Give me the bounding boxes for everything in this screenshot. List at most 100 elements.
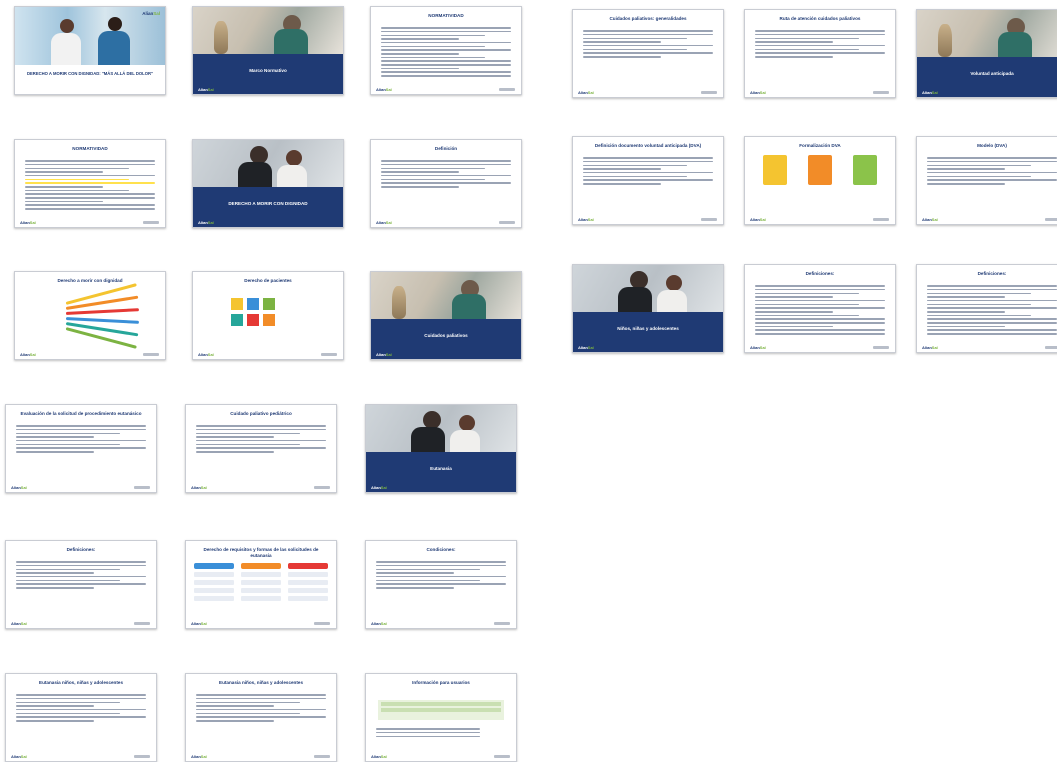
slide-thumbnail[interactable]: NORMATIVIDAD AlianSal (370, 6, 522, 95)
photo-shape (998, 32, 1032, 57)
slide-text-body (583, 28, 713, 83)
title-band: DERECHO A MORIR CON DIGNIDAD AlianSal (193, 187, 343, 227)
brand-logo-prefix: Alian (198, 220, 208, 225)
slide-thumbnail[interactable]: Definiciones: AlianSal (916, 264, 1057, 353)
slide-thumbnail[interactable]: Cuidados paliativos: generalidades AlianS… (572, 9, 724, 98)
text-line (927, 179, 1057, 181)
slide-thumbnail[interactable]: Derecho a morir con dignidad AlianSal (14, 271, 166, 360)
slide-thumbnail[interactable]: Eutanasia AlianSal (365, 404, 517, 493)
slide-thumbnail[interactable]: Evaluación de la solicitud de procedimie… (5, 404, 157, 493)
info-table (378, 700, 504, 720)
text-line (583, 168, 661, 170)
text-line (16, 583, 146, 585)
illustration-cards (763, 155, 877, 201)
slide-title: Definición documento voluntad anticipada… (594, 143, 702, 148)
text-line (381, 178, 485, 181)
brand-logo-prefix: Alian (376, 352, 386, 357)
text-line (755, 329, 885, 331)
text-line (16, 716, 146, 718)
text-line (755, 325, 833, 328)
brand-logo-suffix: Sal (20, 621, 27, 626)
slide-footer: AlianSal (186, 751, 336, 761)
slide-thumbnail[interactable]: Condiciones: AlianSal (365, 540, 517, 629)
text-line (196, 708, 326, 711)
slide-footer: AlianSal (573, 214, 723, 224)
slide-thumbnail[interactable]: Información para usuarios AlianSal (365, 673, 517, 762)
brand-logo: AlianSal (20, 220, 36, 225)
slide-thumbnail[interactable]: Definiciones: AlianSal (744, 264, 896, 353)
mosaic-tile (231, 298, 243, 310)
text-line (376, 583, 506, 585)
text-line (927, 299, 1057, 302)
slide-thumbnail[interactable]: Cuidado paliativo pediátrico AlianSal (185, 404, 337, 493)
slide-thumbnail[interactable]: Marco Normativo AlianSal (192, 6, 344, 95)
brand-logo-suffix: Sal (587, 90, 594, 95)
text-line (583, 56, 661, 58)
text-line (381, 34, 485, 37)
text-line (16, 428, 146, 431)
text-line (755, 314, 859, 317)
brand-logo: AlianSal (371, 621, 387, 626)
brand-logo-suffix: Sal (200, 485, 207, 490)
text-line (927, 175, 1031, 178)
slide-thumbnail[interactable]: Voluntad anticipada AlianSal (916, 9, 1057, 98)
brand-logo-prefix: Alian (750, 217, 760, 222)
footer-seal (134, 755, 150, 758)
brand-logo: AlianSal (371, 485, 387, 490)
footer-seal (314, 755, 330, 758)
flow-header (194, 563, 235, 569)
envelope-card (853, 155, 877, 185)
brand-logo-prefix: Alian (20, 220, 30, 225)
flow-column (194, 563, 235, 609)
cover-figure (60, 19, 74, 33)
slide-text-body (16, 423, 146, 478)
slide-thumbnail[interactable]: Modelo (DVA) AlianSal (916, 136, 1057, 225)
slide-thumbnail[interactable]: Formalización DVA AlianSal (744, 136, 896, 225)
slide-thumbnail[interactable]: Derecho de requisitos y formas de las so… (185, 540, 337, 629)
slide-text-body (927, 155, 1057, 210)
brand-logo-prefix: Alian (11, 754, 21, 759)
text-line (25, 160, 155, 162)
slide-title: Ruta de atención cuidados paliativos (779, 16, 861, 21)
brand-logo: AlianSal (191, 621, 207, 626)
flow-column (287, 563, 328, 609)
slide-thumbnail[interactable]: Niños, niñas y adolescentes AlianSal (572, 264, 724, 353)
text-line (583, 41, 661, 43)
slide-thumbnail[interactable]: Ruta de atención cuidados paliativos Alia… (744, 9, 896, 98)
footer-seal (494, 622, 510, 625)
brand-logo: AlianSal (578, 345, 594, 350)
text-line (381, 186, 459, 188)
slide-thumbnail[interactable]: Definiciones: AlianSal (5, 540, 157, 629)
slide-thumbnail[interactable]: Definición AlianSal (370, 139, 522, 228)
text-line (755, 30, 885, 32)
text-line (16, 436, 94, 438)
text-line (381, 163, 511, 166)
slide-text-body (25, 158, 155, 213)
slide-thumbnail[interactable]: Eutanasia niños, niñas y adolescentes Ali… (5, 673, 157, 762)
mosaic-tile (263, 314, 275, 326)
brand-logo-prefix: Alian (376, 87, 386, 92)
slide-thumbnail[interactable]: Cuidados paliativos AlianSal (370, 271, 522, 360)
flow-box (194, 572, 235, 577)
flow-diagram (194, 563, 328, 609)
text-line (196, 447, 326, 449)
slide-thumbnail[interactable]: NORMATIVIDAD AlianSal (14, 139, 166, 228)
text-line (927, 160, 1057, 163)
slide-thumbnail[interactable]: Definición documento voluntad anticipada… (572, 136, 724, 225)
slide-thumbnail[interactable]: AlianSal DERECHO A MORIR CON DIGNIDAD: "M… (14, 6, 166, 95)
title-band: Voluntad anticipada AlianSal (917, 57, 1057, 97)
photo-shape (666, 275, 682, 291)
brand-logo-suffix: Sal (587, 217, 594, 222)
slide-thumbnail[interactable]: Derecho de pacientes AlianSal (192, 271, 344, 360)
slide-thumbnail[interactable]: Eutanasia niños, niñas y adolescentes Ali… (185, 673, 337, 762)
brand-logo-prefix: Alian (191, 485, 201, 490)
footer-seal (873, 91, 889, 94)
slide-thumbnail[interactable]: DERECHO A MORIR CON DIGNIDAD AlianSal (192, 139, 344, 228)
brand-logo: AlianSal (198, 220, 214, 225)
brand-logo: AlianSal (11, 754, 27, 759)
slide-footer: AlianSal (573, 87, 723, 97)
flow-box (240, 588, 282, 593)
text-line (755, 37, 859, 40)
footer-seal (1045, 218, 1057, 221)
text-line (25, 163, 155, 166)
